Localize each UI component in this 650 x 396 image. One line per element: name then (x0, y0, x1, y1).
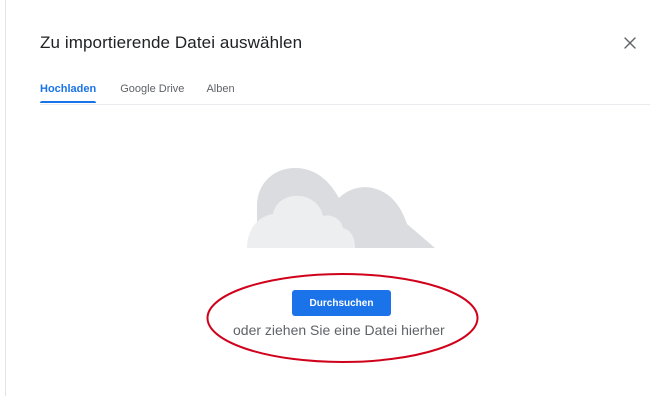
tab-google-drive[interactable]: Google Drive (120, 83, 184, 103)
tab-upload[interactable]: Hochladen (40, 83, 97, 103)
tab-albums-label: Alben (206, 83, 235, 95)
tab-google-drive-label: Google Drive (120, 83, 185, 95)
tabs-divider (40, 104, 650, 105)
highlight-annotation (206, 273, 479, 363)
left-divider (5, 0, 6, 396)
active-tab-indicator (40, 101, 97, 103)
browse-button[interactable]: Durchsuchen (292, 290, 391, 316)
tab-albums[interactable]: Alben (206, 83, 234, 103)
dialog-title: Zu importierende Datei auswählen (40, 33, 303, 52)
tab-bar: Hochladen Google Drive Alben (40, 83, 235, 103)
tab-upload-label: Hochladen (40, 83, 97, 95)
close-icon (624, 37, 636, 49)
cloud-icon (247, 168, 435, 248)
drop-hint-text: oder ziehen Sie eine Datei hierher (233, 322, 445, 338)
import-file-dialog: Zu importierende Datei auswählen Hochlad… (0, 0, 650, 396)
close-button[interactable] (620, 33, 640, 53)
